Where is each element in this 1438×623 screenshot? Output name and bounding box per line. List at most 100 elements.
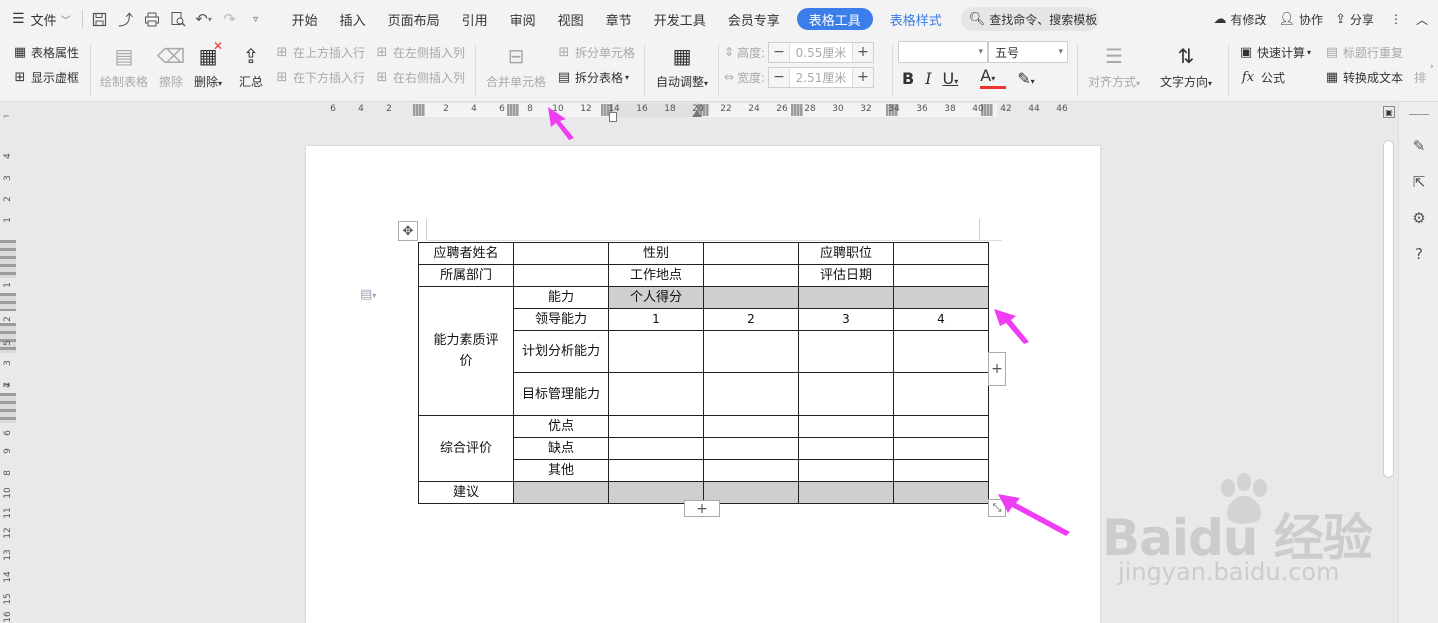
auto-adjust-button[interactable]: ▦ 自动调整▾	[656, 40, 708, 90]
tab-member[interactable]: 会员专享	[717, 5, 791, 33]
formula-button[interactable]: fx 公式	[1238, 69, 1285, 86]
table-cell[interactable]: 领导能力	[513, 308, 609, 331]
highlight-icon[interactable]: ✎▾	[1017, 69, 1045, 88]
alignment-button[interactable]: ☰ 对齐方式▾	[1088, 40, 1140, 90]
vertical-ruler[interactable]: 4 3 2 1 1 2 3 4 5 6 7 8 9 10 11 12 13 14…	[0, 118, 16, 623]
repeat-header-button[interactable]: ▤ 标题行重复	[1324, 44, 1403, 61]
insert-row-above-button[interactable]: ⊞ 在上方插入行	[274, 44, 365, 61]
table-cell[interactable]: 4	[893, 308, 989, 331]
table-cell[interactable]	[798, 481, 894, 504]
table-cell[interactable]: 所属部门	[418, 264, 514, 287]
decrease-height-button[interactable]: −	[769, 42, 789, 62]
font-name-select[interactable]: ▾	[898, 41, 988, 63]
decrease-width-button[interactable]: −	[769, 67, 789, 87]
table-cell[interactable]: 目标管理能力	[513, 372, 609, 416]
row-height-value[interactable]: 0.55厘米	[789, 42, 853, 62]
tab-review[interactable]: 审阅	[499, 5, 547, 33]
print-icon[interactable]	[139, 5, 165, 33]
table-cell[interactable]	[703, 415, 799, 438]
insert-column-left-button[interactable]: ⊞ 在左侧插入列	[374, 44, 465, 61]
tab-home[interactable]: 开始	[281, 5, 329, 33]
tab-table-tools[interactable]: 表格工具	[796, 8, 873, 30]
delete-button[interactable]: ▦ ✕ 删除▾	[194, 39, 223, 90]
table-cell[interactable]	[703, 437, 799, 460]
collaborate-button[interactable]: 👤︎ 协作	[1273, 11, 1330, 28]
quick-calc-button[interactable]: ▣ 快速计算 ▾	[1238, 44, 1311, 61]
more-options-icon[interactable]: ⋮	[1380, 12, 1412, 26]
table-cell[interactable]	[608, 459, 704, 482]
table-cell[interactable]	[893, 286, 989, 309]
table-cell[interactable]: 2	[703, 308, 799, 331]
table-cell[interactable]: 应聘职位	[798, 242, 894, 265]
font-size-select[interactable]: 五号 ▾	[988, 41, 1068, 63]
table-cell[interactable]	[703, 264, 799, 287]
table-cell[interactable]	[893, 415, 989, 438]
table-cell[interactable]: 缺点	[513, 437, 609, 460]
table-cell[interactable]	[703, 286, 799, 309]
increase-height-button[interactable]: +	[853, 42, 873, 62]
ribbon-scroll-right-icon[interactable]: ›	[1430, 62, 1434, 72]
paragraph-layout-icon[interactable]: ▤▾	[360, 287, 376, 302]
table-cell[interactable]	[798, 437, 894, 460]
table-cell[interactable]: 建议	[418, 481, 514, 504]
summary-button[interactable]: ⇪ 汇总	[238, 40, 264, 90]
edit-pen-icon[interactable]: ✎	[1409, 136, 1429, 156]
table-cell[interactable]	[798, 372, 894, 416]
save-icon[interactable]	[87, 5, 113, 33]
split-cells-button[interactable]: ⊞ 拆分单元格	[556, 44, 635, 61]
table-cell[interactable]	[513, 481, 609, 504]
table-cell[interactable]: 能力	[513, 286, 609, 309]
table-cell[interactable]	[703, 330, 799, 373]
erase-button[interactable]: ⌫ 擦除	[157, 40, 185, 90]
table-cell[interactable]	[893, 481, 989, 504]
table-cell[interactable]: 综合评价	[418, 415, 514, 482]
table-cell[interactable]	[893, 330, 989, 373]
select-cursor-icon[interactable]: ⇱	[1409, 172, 1429, 192]
table-cell[interactable]: 优点	[513, 415, 609, 438]
table-cell[interactable]	[893, 264, 989, 287]
sort-button-partial[interactable]: 排	[1414, 69, 1426, 86]
table-cell[interactable]: 计划分析能力	[513, 330, 609, 373]
table-cell[interactable]: 能力素质评价	[418, 286, 514, 416]
table-cell[interactable]	[608, 415, 704, 438]
print-preview-icon[interactable]	[165, 5, 191, 33]
table-resize-handle-icon[interactable]: ⤡	[988, 499, 1006, 517]
table-cell[interactable]	[798, 459, 894, 482]
table-cell[interactable]: 评估日期	[798, 264, 894, 287]
italic-icon[interactable]: I	[925, 69, 931, 88]
tab-chapter[interactable]: 章节	[595, 5, 643, 33]
table-move-handle-icon[interactable]: ✥	[398, 221, 418, 241]
tab-table-style[interactable]: 表格样式	[879, 5, 953, 33]
redo-icon[interactable]: ↷	[217, 5, 243, 33]
table-cell[interactable]	[513, 242, 609, 265]
draw-table-button[interactable]: ▤ 绘制表格	[100, 40, 148, 90]
table-cell[interactable]	[608, 437, 704, 460]
table-cell[interactable]: 个人得分	[608, 286, 704, 309]
tab-references[interactable]: 引用	[451, 5, 499, 33]
tab-developer[interactable]: 开发工具	[643, 5, 717, 33]
modified-button[interactable]: ☁ 有修改	[1208, 11, 1273, 28]
table-cell[interactable]: 性别	[608, 242, 704, 265]
tab-page-layout[interactable]: 页面布局	[377, 5, 451, 33]
table-cell[interactable]	[703, 459, 799, 482]
table-cell[interactable]	[798, 286, 894, 309]
table-cell[interactable]	[608, 330, 704, 373]
table-cell[interactable]	[608, 372, 704, 416]
text-direction-button[interactable]: ⇅ 文字方向▾	[1160, 40, 1212, 90]
add-row-button[interactable]: +	[684, 500, 720, 517]
insert-row-below-button[interactable]: ⊞ 在下方插入行	[274, 69, 365, 86]
show-gridlines-button[interactable]: ⊞ 显示虚框	[12, 69, 79, 86]
file-menu[interactable]: ☰ 文件 ﹀	[0, 5, 78, 33]
undo-icon[interactable]: ↶ ▾	[191, 5, 217, 33]
split-table-button[interactable]: ▤ 拆分表格 ▾	[556, 69, 629, 86]
table-cell[interactable]	[893, 242, 989, 265]
add-column-button[interactable]: +	[988, 352, 1006, 386]
scroll-up-icon[interactable]: ▣	[1383, 106, 1395, 118]
settings-sliders-icon[interactable]: ⚙	[1409, 208, 1429, 228]
evaluation-table[interactable]: 应聘者姓名 性别 应聘职位 所属部门 工作地点 评估日期 能力素质评价 能力 个…	[418, 242, 989, 504]
bold-icon[interactable]: B	[902, 69, 914, 88]
share-button[interactable]: ⇪ 分享	[1329, 11, 1380, 28]
tab-view[interactable]: 视图	[547, 5, 595, 33]
scrollbar-thumb[interactable]	[1383, 140, 1394, 478]
export-icon[interactable]: ⤴	[113, 5, 139, 33]
